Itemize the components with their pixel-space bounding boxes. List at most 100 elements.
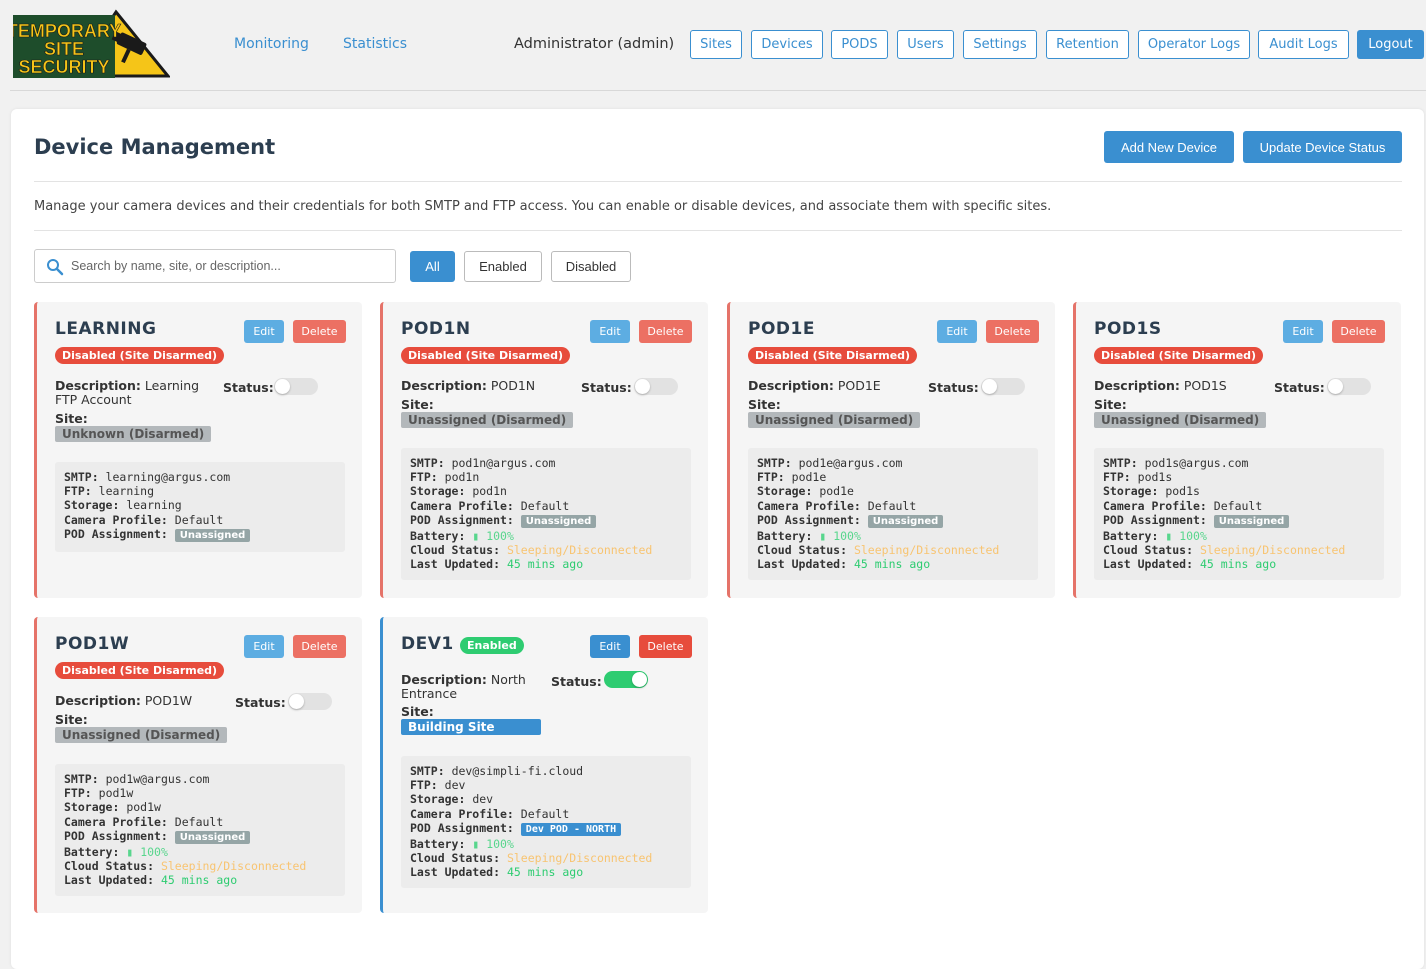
filter-disabled-button[interactable]: Disabled bbox=[551, 251, 631, 282]
nav-divider bbox=[10, 90, 1426, 91]
svg-text:SITE: SITE bbox=[44, 39, 84, 59]
device-name: POD1S bbox=[1094, 319, 1162, 339]
status-badge: Disabled (Site Disarmed) bbox=[748, 347, 918, 364]
delete-button[interactable]: Delete bbox=[639, 320, 692, 343]
edit-button[interactable]: Edit bbox=[244, 635, 284, 658]
status-label: Status: bbox=[551, 674, 602, 689]
device-description: Description: POD1N bbox=[401, 378, 536, 393]
nav-monitoring-link[interactable]: Monitoring bbox=[234, 36, 309, 52]
device-credentials: SMTP: pod1n@argus.com FTP: pod1n Storage… bbox=[401, 448, 691, 580]
status-label: Status: bbox=[235, 695, 286, 710]
site-label: Site: bbox=[401, 704, 434, 719]
device-credentials: SMTP: learning@argus.com FTP: learning S… bbox=[55, 462, 345, 552]
site-label: Site: bbox=[748, 397, 781, 412]
site-badge: Unassigned (Disarmed) bbox=[748, 412, 921, 428]
status-label: Status: bbox=[223, 380, 274, 395]
device-credentials: SMTP: pod1e@argus.com FTP: pod1e Storage… bbox=[748, 448, 1038, 580]
search-icon bbox=[47, 259, 64, 276]
device-description: Description: Learning FTP Account bbox=[55, 378, 200, 407]
edit-button[interactable]: Edit bbox=[1283, 320, 1323, 343]
temporary-site-security-logo[interactable]: TEMPORARY SITE SECURITY bbox=[13, 9, 170, 80]
status-toggle[interactable] bbox=[981, 378, 1025, 395]
current-user-label: Administrator (admin) bbox=[514, 36, 675, 52]
delete-button[interactable]: Delete bbox=[986, 320, 1039, 343]
device-card-pod1n: POD1N Edit Delete Disabled (Site Disarme… bbox=[380, 302, 708, 598]
site-badge: Unassigned (Disarmed) bbox=[401, 412, 574, 428]
device-description: Description: POD1W bbox=[55, 693, 193, 708]
search-placeholder: Search by name, site, or description... bbox=[71, 259, 281, 273]
device-credentials: SMTP: pod1w@argus.com FTP: pod1w Storage… bbox=[55, 764, 345, 896]
status-toggle[interactable] bbox=[604, 671, 648, 688]
status-toggle[interactable] bbox=[634, 378, 678, 395]
device-name: LEARNING bbox=[55, 319, 157, 339]
device-description: Description: North Entrance bbox=[401, 672, 526, 701]
device-description: Description: POD1S bbox=[1094, 378, 1227, 393]
filter-enabled-button[interactable]: Enabled bbox=[464, 251, 542, 282]
edit-button[interactable]: Edit bbox=[244, 320, 284, 343]
svg-text:TEMPORARY: TEMPORARY bbox=[13, 21, 121, 41]
pod-badge: Unassigned bbox=[174, 830, 251, 844]
device-card-dev1: DEV1 Enabled Edit Delete Description: No… bbox=[380, 617, 708, 913]
site-badge: Unassigned (Disarmed) bbox=[55, 727, 228, 743]
add-new-device-button[interactable]: Add New Device bbox=[1104, 131, 1234, 163]
nav-statistics-link[interactable]: Statistics bbox=[343, 36, 407, 52]
battery-icon: ▮ bbox=[472, 529, 480, 544]
nav-sites-button[interactable]: Sites bbox=[690, 30, 742, 59]
delete-button[interactable]: Delete bbox=[639, 635, 692, 658]
device-name: POD1N bbox=[401, 319, 471, 339]
edit-button[interactable]: Edit bbox=[937, 320, 977, 343]
update-device-status-button[interactable]: Update Device Status bbox=[1243, 131, 1402, 163]
pod-badge: Unassigned bbox=[174, 528, 251, 542]
status-label: Status: bbox=[581, 380, 632, 395]
site-badge: Building Site bbox=[401, 719, 541, 735]
device-credentials: SMTP: dev@simpli-fi.cloud FTP: dev Stora… bbox=[401, 756, 691, 888]
device-search-input[interactable]: Search by name, site, or description... bbox=[34, 249, 396, 283]
pod-badge: Unassigned bbox=[520, 514, 597, 528]
pod-badge: Unassigned bbox=[1213, 514, 1290, 528]
site-badge: Unknown (Disarmed) bbox=[55, 426, 212, 442]
nav-pods-button[interactable]: PODS bbox=[831, 30, 888, 59]
device-credentials: SMTP: pod1s@argus.com FTP: pod1s Storage… bbox=[1094, 448, 1384, 580]
delete-button[interactable]: Delete bbox=[293, 320, 346, 343]
device-name: POD1W bbox=[55, 634, 130, 654]
status-badge: Disabled (Site Disarmed) bbox=[401, 347, 571, 364]
page-title: Device Management bbox=[34, 135, 276, 159]
status-label: Status: bbox=[1274, 380, 1325, 395]
edit-button[interactable]: Edit bbox=[590, 320, 630, 343]
status-badge: Disabled (Site Disarmed) bbox=[1094, 347, 1264, 364]
pod-badge: Unassigned bbox=[867, 514, 944, 528]
nav-settings-button[interactable]: Settings bbox=[963, 30, 1037, 59]
description-divider bbox=[34, 230, 1402, 231]
device-name: DEV1 bbox=[401, 634, 454, 654]
battery-icon: ▮ bbox=[472, 837, 480, 852]
delete-button[interactable]: Delete bbox=[1332, 320, 1385, 343]
title-divider bbox=[34, 181, 1402, 182]
nav-users-button[interactable]: Users bbox=[897, 30, 954, 59]
status-badge: Enabled bbox=[460, 637, 524, 654]
nav-retention-button[interactable]: Retention bbox=[1046, 30, 1129, 59]
device-card-pod1e: POD1E Edit Delete Disabled (Site Disarme… bbox=[727, 302, 1055, 598]
edit-button[interactable]: Edit bbox=[590, 635, 630, 658]
status-toggle[interactable] bbox=[288, 693, 332, 710]
device-card-learning: LEARNING Edit Delete Disabled (Site Disa… bbox=[34, 302, 362, 598]
nav-audit-logs-button[interactable]: Audit Logs bbox=[1258, 30, 1349, 59]
status-label: Status: bbox=[928, 380, 979, 395]
page-description: Manage your camera devices and their cre… bbox=[34, 199, 1052, 214]
device-card-pod1w: POD1W Edit Delete Disabled (Site Disarme… bbox=[34, 617, 362, 913]
device-name: POD1E bbox=[748, 319, 815, 339]
nav-operator-logs-button[interactable]: Operator Logs bbox=[1138, 30, 1250, 59]
logout-button[interactable]: Logout bbox=[1357, 30, 1424, 59]
status-toggle[interactable] bbox=[1327, 378, 1371, 395]
filter-all-button[interactable]: All bbox=[410, 251, 455, 282]
top-navigation: TEMPORARY SITE SECURITY Monitoring Stati… bbox=[0, 0, 1426, 90]
site-badge: Unassigned (Disarmed) bbox=[1094, 412, 1267, 428]
status-toggle[interactable] bbox=[274, 378, 318, 395]
battery-icon: ▮ bbox=[126, 845, 134, 860]
device-card-pod1s: POD1S Edit Delete Disabled (Site Disarme… bbox=[1073, 302, 1401, 598]
site-label: Site: bbox=[55, 712, 88, 727]
status-badge: Disabled (Site Disarmed) bbox=[55, 347, 225, 364]
battery-icon: ▮ bbox=[1165, 529, 1173, 544]
delete-button[interactable]: Delete bbox=[293, 635, 346, 658]
site-label: Site: bbox=[55, 411, 88, 426]
nav-devices-button[interactable]: Devices bbox=[751, 30, 823, 59]
